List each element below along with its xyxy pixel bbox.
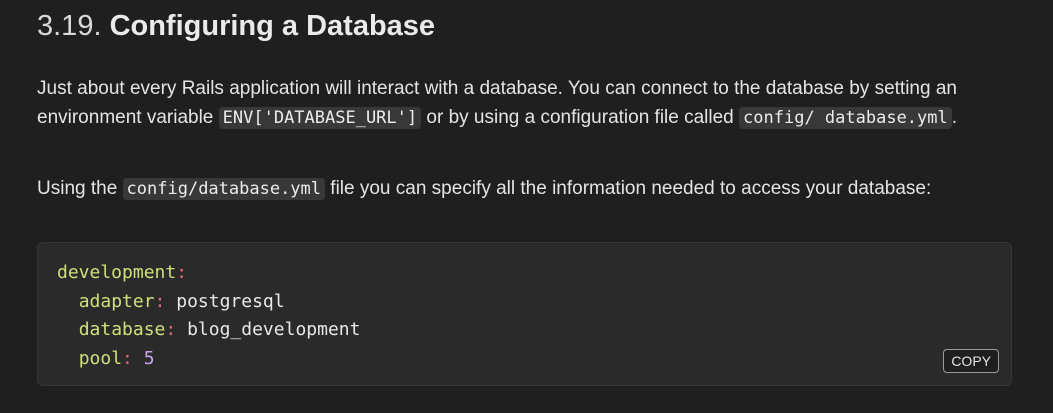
code-line: development: bbox=[57, 262, 187, 283]
section-title: Configuring a Database bbox=[109, 10, 436, 42]
code-content: development: adapter: postgresql databas… bbox=[57, 259, 360, 373]
usage-text-1: Using the bbox=[37, 178, 123, 199]
yaml-key: adapter bbox=[78, 290, 155, 312]
yaml-colon: : bbox=[165, 319, 177, 340]
usage-paragraph: Using the config/database.yml file you c… bbox=[37, 174, 1027, 204]
code-line: adapter: postgresql bbox=[57, 291, 285, 312]
section-number: 3.19. bbox=[37, 10, 102, 42]
page: 3.19. Configuring a Database Just about … bbox=[0, 0, 1053, 413]
inline-code-database-yml: config/database.yml bbox=[122, 178, 326, 200]
yaml-value: blog_development bbox=[176, 319, 361, 340]
yaml-key: development bbox=[57, 262, 177, 283]
yaml-key: database bbox=[78, 319, 166, 340]
yaml-colon: : bbox=[176, 262, 188, 283]
yaml-colon: : bbox=[154, 290, 166, 312]
intro-text-2: or by using a configuration file called bbox=[421, 107, 740, 128]
yaml-code-block[interactable]: development: adapter: postgresql databas… bbox=[37, 242, 1012, 386]
code-line: pool: 5 bbox=[57, 348, 155, 369]
usage-text-2: file you can specify all the information… bbox=[325, 178, 932, 199]
inline-code-database-url: ENV['DATABASE_URL'] bbox=[218, 107, 422, 129]
yaml-colon: : bbox=[122, 347, 133, 369]
intro-paragraph: Just about every Rails application will … bbox=[37, 74, 1027, 133]
copy-button[interactable]: COPY bbox=[943, 349, 999, 373]
intro-text-3: . bbox=[951, 107, 958, 128]
yaml-value: postgresql bbox=[165, 290, 285, 312]
section-heading: 3.19. Configuring a Database bbox=[37, 8, 435, 44]
code-line: database: blog_development bbox=[57, 319, 361, 340]
inline-code-config-file: config/ database.yml bbox=[739, 107, 952, 129]
yaml-number: 5 bbox=[132, 347, 155, 369]
yaml-key: pool bbox=[78, 347, 123, 369]
